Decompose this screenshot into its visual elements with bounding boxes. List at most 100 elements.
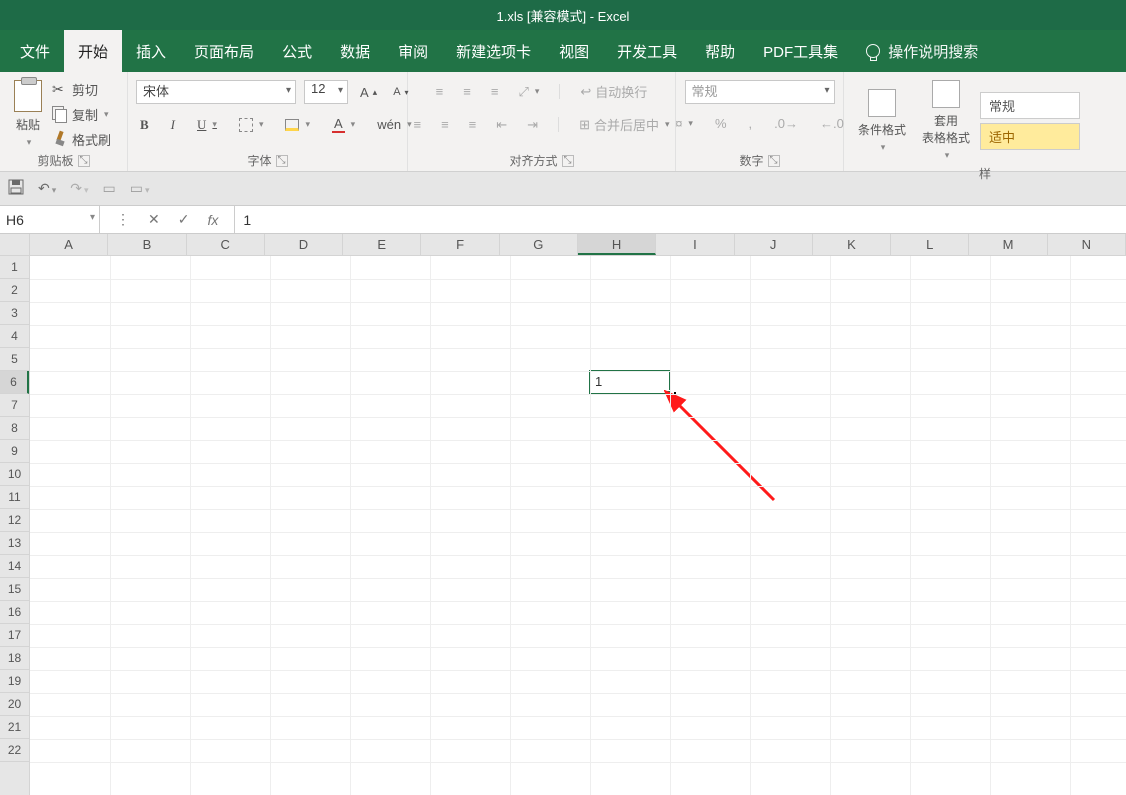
number-launcher-icon[interactable]: ⤡ — [768, 155, 780, 167]
tab-pdf-tools[interactable]: PDF工具集 — [749, 30, 852, 72]
font-color-button[interactable]: A — [328, 114, 359, 135]
column-header-G[interactable]: G — [500, 234, 578, 255]
column-header-N[interactable]: N — [1048, 234, 1126, 255]
format-painter-button[interactable]: 格式刷 — [48, 128, 115, 151]
redo-button[interactable]: ↷ — [70, 180, 88, 197]
selected-cell[interactable]: 1 — [589, 370, 671, 395]
column-header-C[interactable]: C — [187, 234, 265, 255]
column-header-E[interactable]: E — [343, 234, 421, 255]
column-header-I[interactable]: I — [656, 234, 734, 255]
row-header-9[interactable]: 9 — [0, 440, 29, 463]
align-center-button[interactable]: ≡ — [437, 115, 453, 134]
borders-button[interactable] — [235, 116, 268, 134]
accounting-format-button[interactable]: ¤ — [671, 114, 697, 133]
paste-button[interactable]: 粘贴 — [8, 76, 48, 152]
font-launcher-icon[interactable]: ⤡ — [276, 155, 288, 167]
row-header-7[interactable]: 7 — [0, 394, 29, 417]
bold-button[interactable]: B — [136, 115, 153, 135]
underline-button[interactable]: U — [193, 115, 221, 135]
indent-decrease-button[interactable]: ⇤ — [492, 115, 511, 135]
column-header-L[interactable]: L — [891, 234, 969, 255]
comma-style-button[interactable]: , — [745, 114, 757, 133]
increase-font-button[interactable]: A▴ — [356, 83, 381, 102]
spreadsheet-grid[interactable]: ABCDEFGHIJKLMN 1234567891011121314151617… — [0, 234, 1126, 795]
tab-home[interactable]: 开始 — [64, 30, 122, 72]
merge-center-button[interactable]: ⊞ 合并后居中 — [575, 113, 673, 136]
select-all-corner[interactable] — [0, 234, 30, 256]
italic-button[interactable]: I — [167, 115, 179, 135]
indent-increase-button[interactable]: ⇥ — [523, 115, 542, 135]
cell-style-neutral[interactable]: 适中 — [980, 123, 1080, 150]
fill-color-button[interactable] — [281, 117, 314, 133]
column-header-A[interactable]: A — [30, 234, 108, 255]
font-size-select[interactable]: 12 — [304, 80, 348, 104]
tab-new[interactable]: 新建选项卡 — [442, 30, 545, 72]
column-header-K[interactable]: K — [813, 234, 891, 255]
cells-area[interactable]: 1 — [30, 256, 1126, 795]
row-header-20[interactable]: 20 — [0, 693, 29, 716]
tab-file[interactable]: 文件 — [6, 30, 64, 72]
row-header-18[interactable]: 18 — [0, 647, 29, 670]
increase-decimal-button[interactable]: .0→ — [770, 114, 802, 133]
tell-me-search[interactable]: 操作说明搜索 — [852, 30, 992, 72]
column-header-B[interactable]: B — [108, 234, 186, 255]
conditional-format-button[interactable]: 条件格式 — [852, 85, 912, 157]
row-header-16[interactable]: 16 — [0, 601, 29, 624]
column-header-J[interactable]: J — [735, 234, 813, 255]
fx-button[interactable]: fx — [207, 212, 218, 228]
column-header-H[interactable]: H — [578, 234, 656, 255]
orientation-button[interactable]: ⤢ — [514, 82, 543, 102]
alignment-launcher-icon[interactable]: ⤡ — [562, 155, 574, 167]
row-header-3[interactable]: 3 — [0, 302, 29, 325]
row-header-4[interactable]: 4 — [0, 325, 29, 348]
tab-review[interactable]: 审阅 — [384, 30, 442, 72]
row-header-6[interactable]: 6 — [0, 371, 29, 394]
accept-formula-button[interactable]: ✓ — [178, 211, 190, 228]
formula-dots-icon[interactable]: ⋮ — [116, 211, 130, 228]
formula-input[interactable]: 1 — [235, 206, 1126, 233]
tab-page-layout[interactable]: 页面布局 — [180, 30, 268, 72]
name-box[interactable]: H6 — [0, 206, 100, 233]
row-header-2[interactable]: 2 — [0, 279, 29, 302]
wrap-text-button[interactable]: ↩ 自动换行 — [576, 80, 651, 103]
save-button[interactable] — [8, 179, 24, 198]
row-header-22[interactable]: 22 — [0, 739, 29, 762]
row-header-11[interactable]: 11 — [0, 486, 29, 509]
row-header-1[interactable]: 1 — [0, 256, 29, 279]
align-top-button[interactable]: ≡ — [432, 82, 448, 101]
cancel-formula-button[interactable]: ✕ — [148, 211, 160, 228]
row-header-15[interactable]: 15 — [0, 578, 29, 601]
tab-developer[interactable]: 开发工具 — [603, 30, 691, 72]
row-header-8[interactable]: 8 — [0, 417, 29, 440]
format-as-table-button[interactable]: 套用 表格格式 — [916, 76, 976, 165]
align-right-button[interactable]: ≡ — [465, 115, 481, 134]
font-name-select[interactable]: 宋体 — [136, 80, 296, 104]
tab-data[interactable]: 数据 — [326, 30, 384, 72]
row-header-5[interactable]: 5 — [0, 348, 29, 371]
align-bottom-button[interactable]: ≡ — [487, 82, 503, 101]
row-header-21[interactable]: 21 — [0, 716, 29, 739]
row-header-19[interactable]: 19 — [0, 670, 29, 693]
undo-button[interactable]: ↶ — [38, 180, 56, 197]
tab-help[interactable]: 帮助 — [691, 30, 749, 72]
cell-style-normal[interactable]: 常规 — [980, 92, 1080, 119]
row-header-13[interactable]: 13 — [0, 532, 29, 555]
column-header-F[interactable]: F — [421, 234, 499, 255]
copy-button[interactable]: 复制 — [48, 103, 115, 126]
align-left-button[interactable]: ≡ — [409, 115, 425, 134]
qat-button-2[interactable]: ▭ — [130, 180, 150, 197]
percent-button[interactable]: % — [711, 114, 731, 133]
row-header-10[interactable]: 10 — [0, 463, 29, 486]
column-header-M[interactable]: M — [969, 234, 1047, 255]
column-header-D[interactable]: D — [265, 234, 343, 255]
row-header-12[interactable]: 12 — [0, 509, 29, 532]
clipboard-launcher-icon[interactable]: ⤡ — [78, 155, 90, 167]
cut-button[interactable]: 剪切 — [48, 78, 115, 101]
tab-formulas[interactable]: 公式 — [268, 30, 326, 72]
align-middle-button[interactable]: ≡ — [459, 82, 475, 101]
row-header-14[interactable]: 14 — [0, 555, 29, 578]
tab-view[interactable]: 视图 — [545, 30, 603, 72]
qat-button-1[interactable]: ▭ — [103, 180, 116, 197]
row-header-17[interactable]: 17 — [0, 624, 29, 647]
number-format-select[interactable]: 常规 — [685, 80, 835, 104]
